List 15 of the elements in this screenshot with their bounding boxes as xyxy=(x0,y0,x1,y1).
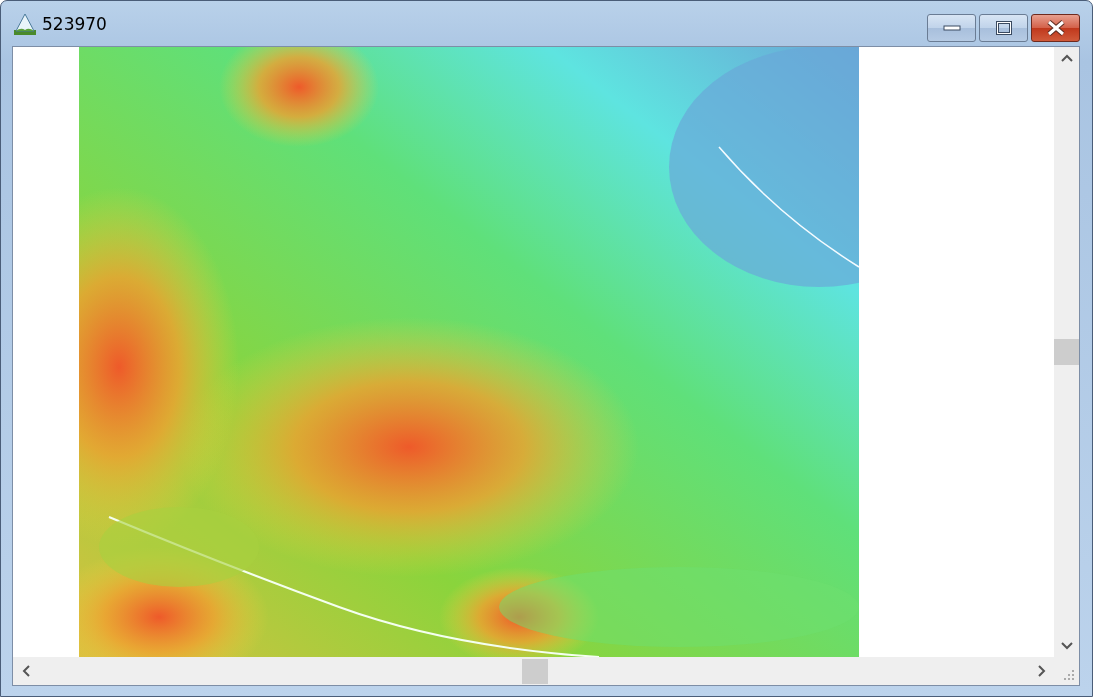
chevron-down-icon xyxy=(1060,642,1073,650)
mountain-icon xyxy=(13,11,37,36)
maximize-icon xyxy=(995,21,1012,35)
resize-grip-icon[interactable] xyxy=(1063,669,1075,681)
scrollbar-thumb[interactable] xyxy=(1054,339,1079,365)
maximize-button[interactable] xyxy=(979,14,1028,42)
chevron-right-icon xyxy=(1037,665,1046,677)
minimize-icon xyxy=(942,25,961,31)
minimize-button[interactable] xyxy=(927,14,976,42)
close-button[interactable] xyxy=(1031,14,1080,42)
close-icon xyxy=(1046,20,1065,36)
chevron-left-icon xyxy=(21,665,30,677)
window-title: 523970 xyxy=(42,13,107,34)
chevron-up-icon xyxy=(1060,54,1073,62)
scrollbar-thumb[interactable] xyxy=(522,658,548,684)
